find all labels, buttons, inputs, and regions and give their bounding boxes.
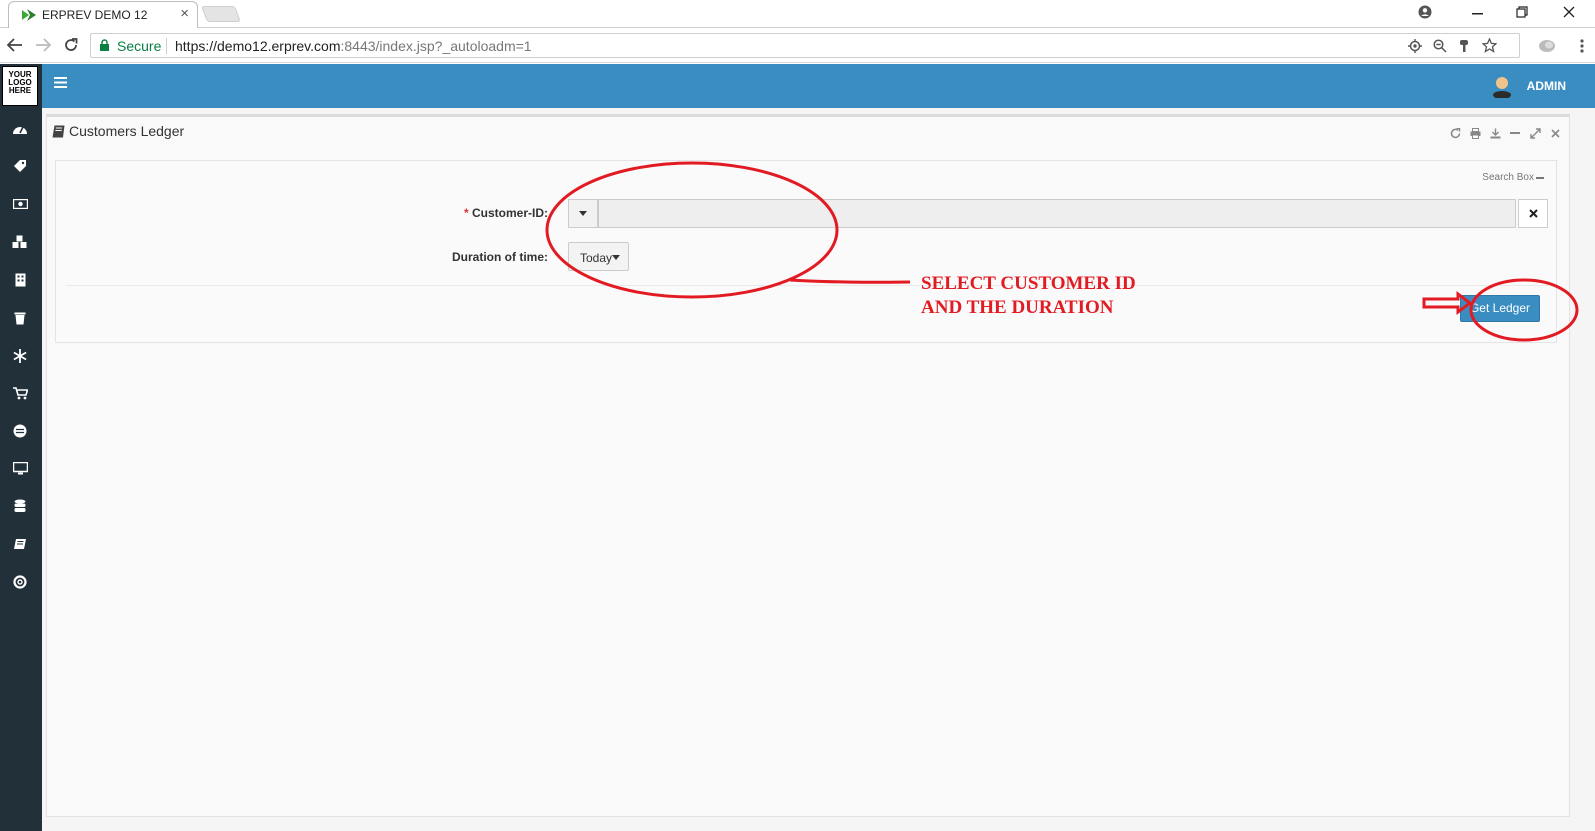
browser-tab[interactable]: ERPREV DEMO 12 × [8, 1, 198, 28]
database-icon[interactable] [9, 495, 31, 517]
snowflake-icon[interactable] [9, 345, 31, 367]
minimize-icon[interactable] [1472, 13, 1483, 15]
sidebar: YOUR LOGO HERE [0, 64, 42, 831]
refresh-icon[interactable] [1449, 127, 1461, 139]
tag-icon[interactable] [9, 155, 31, 177]
browser-tab-bar: ERPREV DEMO 12 × [0, 0, 1595, 28]
url-path: :8443/index.jsp?_autoloadm=1 [340, 38, 532, 54]
dashboard-icon[interactable] [9, 118, 31, 140]
key-icon[interactable] [1459, 39, 1469, 53]
form-divider [66, 285, 1548, 286]
book-icon[interactable] [9, 533, 31, 555]
panel-title: Customers Ledger [69, 123, 185, 139]
clear-x-icon [1528, 209, 1538, 218]
shopping-cart-icon[interactable] [9, 382, 31, 404]
search-box: Search Box * Customer-ID: Duration of ti… [55, 160, 1557, 343]
top-navbar: ADMIN [42, 64, 1595, 108]
search-box-label: Search Box [1482, 172, 1534, 183]
customers-ledger-panel: Customers Ledger Search Box * Customer-I… [46, 114, 1570, 817]
new-tab-button[interactable] [201, 6, 241, 22]
url-host: https://demo12.erprev.com [175, 38, 341, 54]
bookmark-star-icon[interactable] [1482, 38, 1497, 53]
get-ledger-button[interactable]: Get Ledger [1460, 295, 1540, 322]
browser-address-bar: Secure https://demo12.erprev.com:8443/in… [0, 28, 1595, 63]
reload-icon[interactable] [63, 37, 79, 53]
database-disc-icon[interactable] [9, 420, 31, 442]
minimize-panel-icon[interactable] [1509, 127, 1521, 139]
url-divider [166, 38, 167, 54]
secure-label: Secure [117, 38, 162, 54]
building-icon[interactable] [9, 269, 31, 291]
cubes-icon[interactable] [9, 231, 31, 253]
trash-icon[interactable] [9, 307, 31, 329]
duration-label: Duration of time: [452, 250, 548, 264]
user-avatar-icon[interactable] [1491, 74, 1513, 98]
panel-toolbar [1449, 127, 1561, 139]
annotation-line-1: SELECT CUSTOMER ID [921, 273, 1136, 294]
customer-id-input[interactable] [598, 199, 1516, 228]
customer-id-dropdown-button[interactable] [568, 199, 598, 228]
company-logo[interactable]: YOUR LOGO HERE [2, 66, 38, 106]
erprev-favicon-icon [22, 9, 36, 21]
url-text: https://demo12.erprev.com:8443/index.jsp… [175, 38, 532, 54]
menu-toggle-icon[interactable] [54, 77, 67, 88]
tab-close-icon[interactable]: × [180, 5, 189, 22]
user-name[interactable]: ADMIN [1527, 79, 1566, 93]
account-icon[interactable] [1418, 5, 1432, 19]
monitor-icon[interactable] [9, 457, 31, 479]
duration-caret-icon [612, 255, 620, 260]
print-icon[interactable] [1469, 127, 1481, 139]
duration-dropdown[interactable]: Today [568, 242, 629, 271]
zoom-out-icon[interactable] [1433, 39, 1447, 53]
extension-icon[interactable] [1538, 38, 1556, 53]
url-field[interactable]: Secure https://demo12.erprev.com:8443/in… [90, 33, 1520, 58]
required-marker: * [463, 206, 472, 220]
location-icon[interactable] [1408, 39, 1422, 53]
lock-icon [100, 39, 109, 51]
tab-title: ERPREV DEMO 12 [42, 8, 148, 22]
support-lifebuoy-icon[interactable] [9, 571, 31, 593]
close-panel-icon[interactable] [1549, 127, 1561, 139]
forward-arrow-icon[interactable] [35, 38, 51, 52]
download-icon[interactable] [1489, 127, 1501, 139]
back-arrow-icon[interactable] [7, 38, 23, 52]
customer-id-label: * Customer-ID: [446, 206, 548, 220]
annotation-line-2: AND THE DURATION [921, 297, 1114, 318]
menu-dots-icon[interactable] [1580, 39, 1584, 53]
money-icon[interactable] [9, 193, 31, 215]
expand-icon[interactable] [1529, 127, 1541, 139]
customer-id-label-text: Customer-ID: [471, 206, 548, 220]
duration-value: Today [580, 251, 613, 265]
caret-down-icon [579, 211, 587, 216]
ledger-book-icon [52, 125, 65, 138]
annotation-text: SELECT CUSTOMER ID AND THE DURATION [921, 272, 1221, 320]
main-content: Customers Ledger Search Box * Customer-I… [42, 108, 1595, 831]
close-window-icon[interactable] [1563, 6, 1575, 18]
clear-customer-button[interactable] [1518, 199, 1548, 228]
collapse-search-icon[interactable] [1536, 177, 1544, 179]
restore-icon[interactable] [1516, 6, 1528, 18]
